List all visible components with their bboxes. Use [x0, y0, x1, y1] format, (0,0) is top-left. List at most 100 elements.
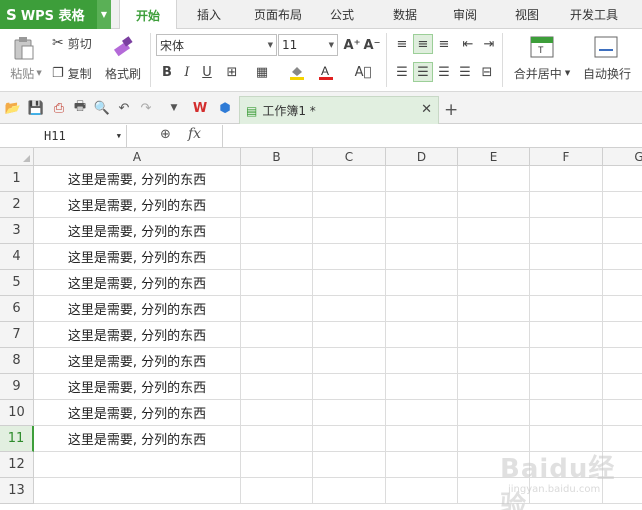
copy-button[interactable]: ❐ 复制 [52, 63, 100, 83]
cell-g2[interactable] [603, 192, 642, 218]
cell-e4[interactable] [458, 244, 530, 270]
tab-view[interactable]: 视图 [505, 0, 549, 29]
cell-g9[interactable] [603, 374, 642, 400]
cell-a12[interactable] [34, 452, 241, 478]
cell-a10[interactable]: 这里是需要, 分列的东西 [34, 400, 241, 426]
cell-f9[interactable] [530, 374, 603, 400]
cell-d1[interactable] [386, 166, 458, 192]
distributed-align-icon[interactable]: ⊟ [477, 62, 497, 82]
cell-b11[interactable] [241, 426, 313, 452]
row-header-12[interactable]: 12 [0, 452, 34, 478]
cell-c6[interactable] [313, 296, 386, 322]
row-header-3[interactable]: 3 [0, 218, 34, 244]
cell-b6[interactable] [241, 296, 313, 322]
tab-review[interactable]: 审阅 [443, 0, 487, 29]
app-menu-button[interactable]: S WPS 表格 [0, 0, 97, 29]
column-header-f[interactable]: F [530, 148, 603, 166]
cell-b8[interactable] [241, 348, 313, 374]
column-header-a[interactable]: A [34, 148, 241, 166]
row-header-1[interactable]: 1 [0, 166, 34, 192]
cell-b1[interactable] [241, 166, 313, 192]
cell-f7[interactable] [530, 322, 603, 348]
cell-e3[interactable] [458, 218, 530, 244]
column-header-d[interactable]: D [386, 148, 458, 166]
tab-insert[interactable]: 插入 [184, 0, 234, 29]
cell-f5[interactable] [530, 270, 603, 296]
cell-c7[interactable] [313, 322, 386, 348]
save-icon[interactable]: 💾 [27, 99, 45, 117]
row-header-2[interactable]: 2 [0, 192, 34, 218]
align-center-icon[interactable]: ☰ [413, 62, 433, 82]
underline-button[interactable]: U [197, 62, 217, 82]
cell-d13[interactable] [386, 478, 458, 504]
cell-b9[interactable] [241, 374, 313, 400]
document-tab[interactable]: ▤ 工作簿1 * ✕ [239, 96, 439, 124]
cell-a5[interactable]: 这里是需要, 分列的东西 [34, 270, 241, 296]
cell-c11[interactable] [313, 426, 386, 452]
export-pdf-icon[interactable]: ⎙ [50, 99, 68, 117]
paste-label[interactable]: 粘贴 ▼ [6, 65, 46, 81]
close-icon[interactable]: ✕ [421, 102, 432, 117]
decrease-indent-icon[interactable]: ⇤ [458, 34, 478, 54]
wps-home-icon[interactable]: W [191, 99, 209, 117]
cell-b3[interactable] [241, 218, 313, 244]
tab-formulas[interactable]: 公式 [320, 0, 364, 29]
format-painter-button[interactable] [109, 33, 137, 61]
cell-b4[interactable] [241, 244, 313, 270]
cell-c3[interactable] [313, 218, 386, 244]
paste-button[interactable] [12, 33, 36, 63]
cell-g3[interactable] [603, 218, 642, 244]
cell-e8[interactable] [458, 348, 530, 374]
cell-d3[interactable] [386, 218, 458, 244]
select-all-corner[interactable] [0, 148, 34, 166]
align-left-icon[interactable]: ☰ [392, 62, 412, 82]
cell-b7[interactable] [241, 322, 313, 348]
bold-button[interactable]: B [157, 62, 177, 82]
cell-f2[interactable] [530, 192, 603, 218]
cell-d11[interactable] [386, 426, 458, 452]
redo-icon[interactable]: ↷ [137, 99, 155, 117]
cell-b12[interactable] [241, 452, 313, 478]
print-icon[interactable]: 🖶 [71, 99, 89, 117]
cell-d8[interactable] [386, 348, 458, 374]
cell-d2[interactable] [386, 192, 458, 218]
cell-d7[interactable] [386, 322, 458, 348]
cell-f10[interactable] [530, 400, 603, 426]
cell-e9[interactable] [458, 374, 530, 400]
new-tab-icon[interactable]: + [444, 100, 458, 120]
font-color-icon[interactable]: A [316, 62, 336, 82]
row-header-5[interactable]: 5 [0, 270, 34, 296]
cell-e6[interactable] [458, 296, 530, 322]
row-header-10[interactable]: 10 [0, 400, 34, 426]
cell-g5[interactable] [603, 270, 642, 296]
borders-icon[interactable]: ⊞ [222, 62, 242, 82]
cell-c2[interactable] [313, 192, 386, 218]
cell-d9[interactable] [386, 374, 458, 400]
name-box[interactable]: H11 ▼ [0, 125, 127, 147]
row-header-8[interactable]: 8 [0, 348, 34, 374]
fill-color-icon[interactable] [287, 62, 307, 82]
cell-g1[interactable] [603, 166, 642, 192]
row-header-11[interactable]: 11 [0, 426, 34, 452]
cell-f1[interactable] [530, 166, 603, 192]
cell-a7[interactable]: 这里是需要, 分列的东西 [34, 322, 241, 348]
print-preview-icon[interactable]: 🔍 [93, 99, 111, 117]
cell-g8[interactable] [603, 348, 642, 374]
cell-f3[interactable] [530, 218, 603, 244]
cell-d6[interactable] [386, 296, 458, 322]
font-name-select[interactable]: 宋体 ▼ [156, 34, 277, 56]
column-header-g[interactable]: G [603, 148, 642, 166]
cell-c12[interactable] [313, 452, 386, 478]
cell-c8[interactable] [313, 348, 386, 374]
align-right-icon[interactable]: ☰ [434, 62, 454, 82]
cell-e1[interactable] [458, 166, 530, 192]
cell-d12[interactable] [386, 452, 458, 478]
font-shrink-button[interactable]: A⁻ [362, 35, 382, 55]
zoom-search-icon[interactable]: ⊕ [160, 127, 171, 142]
tab-data[interactable]: 数据 [383, 0, 427, 29]
wrap-text-icon[interactable] [593, 34, 619, 60]
cell-a11[interactable]: 这里是需要, 分列的东西 [34, 426, 241, 452]
cell-a8[interactable]: 这里是需要, 分列的东西 [34, 348, 241, 374]
cell-e10[interactable] [458, 400, 530, 426]
increase-indent-icon[interactable]: ⇥ [479, 34, 499, 54]
